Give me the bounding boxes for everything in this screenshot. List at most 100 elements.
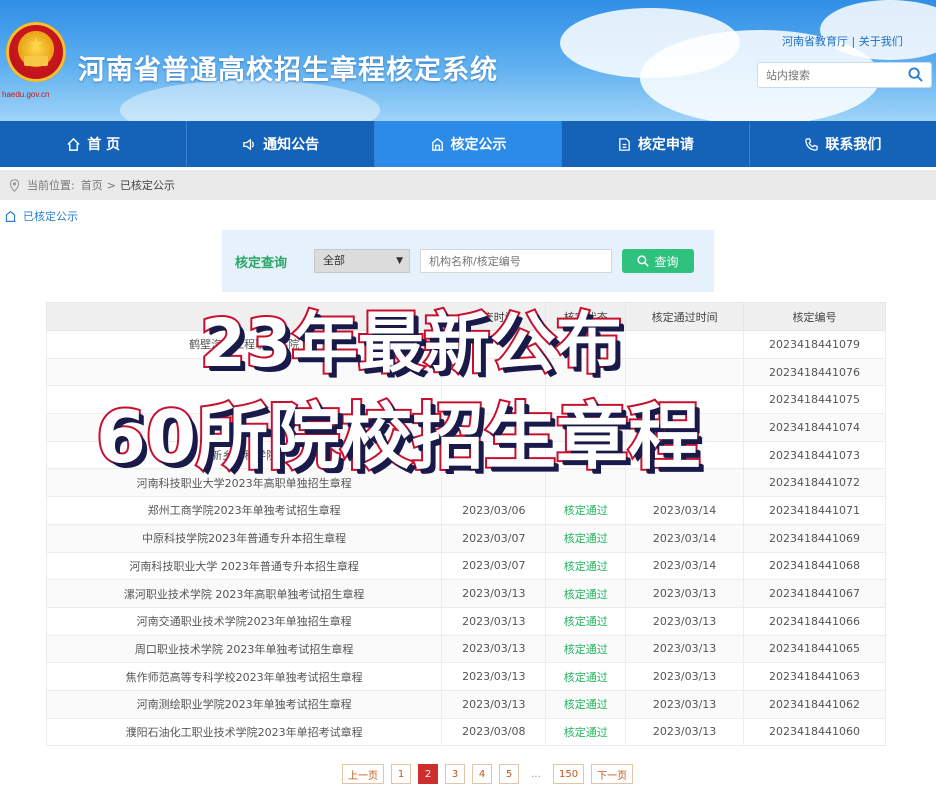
query-button[interactable]: 查询 <box>622 249 694 273</box>
nav-label: 核定公示 <box>450 137 507 153</box>
prev-page-button[interactable]: 上一页 <box>342 764 384 784</box>
cell-submit-date: 2023/03/13 <box>441 606 547 636</box>
cell-title[interactable]: 中原科技学院2023年普通专升本招生章程 <box>45 523 443 553</box>
table-row[interactable]: 河南测绘职业学院2023年单独考试招生章程 2023/03/13 核定通过 2023/… <box>45 689 886 719</box>
cell-approval-no: 2023418441069 <box>743 523 886 553</box>
cell-title[interactable] <box>45 413 443 442</box>
site-title: 河南省普通高校招生章程核定系统 <box>78 55 498 86</box>
cell-title[interactable]: 焦作师范高等专科学校2023年单独考试招生章程 <box>45 662 443 691</box>
cell-title[interactable]: 郑州工商学院2023年单独考试招生章程 <box>45 496 443 525</box>
table-row[interactable]: 河南交通职业技术学院2023年单独招生章程 2023/03/13 核定通过 2023/… <box>45 606 886 636</box>
next-page-button[interactable]: 下一页 <box>591 764 634 784</box>
cell-status <box>545 413 627 442</box>
category-select-value: 全部 <box>323 254 345 267</box>
cell-approval-no: 2023418441075 <box>743 385 886 415</box>
cell-title[interactable]: 濮阳石油化工职业技术学院2023年单招考试章程 <box>45 717 443 747</box>
cell-title[interactable] <box>45 357 443 387</box>
cell-status: 核定通过 <box>545 551 627 581</box>
emblem-caption: haedu.gov.cn <box>2 90 50 99</box>
cell-approve-date <box>625 357 745 387</box>
link-about-us[interactable]: 关于我们 <box>859 35 903 48</box>
cell-title[interactable]: 河南科技职业大学 2023年普通专升本招生章程 <box>45 551 443 581</box>
cell-status <box>545 468 627 498</box>
cell-status: 核定通过 <box>545 662 627 691</box>
header-banner: ★ haedu.gov.cn 河南省普通高校招生章程核定系统 河南省教育厅 | … <box>0 0 936 121</box>
cell-approve-date: 2023/03/13 <box>625 662 745 691</box>
pagination-ellipsis: ... <box>526 764 546 784</box>
nav-approval-apply[interactable]: 核定申请 <box>562 121 750 167</box>
link-education-dept[interactable]: 河南省教育厅 <box>782 35 848 48</box>
breadcrumb: 当前位置: 首页 > 已核定公示 <box>0 170 936 200</box>
cell-approval-no: 2023418441063 <box>743 662 886 691</box>
nav-approval-public[interactable]: 核定公示 <box>374 121 563 167</box>
table-row[interactable]: 濮阳石油化工职业技术学院2023年单招考试章程 2023/03/08 核定通过 202… <box>45 717 886 747</box>
cell-status: 核定通过 <box>545 496 627 525</box>
cell-submit-date <box>441 440 547 470</box>
cell-title[interactable]: 漯河职业技术学院 2023年高职单独考试招生章程 <box>45 579 443 608</box>
page-button[interactable]: 3 <box>445 764 465 784</box>
cell-approval-no: 2023418441060 <box>743 717 886 747</box>
cell-approve-date <box>625 330 745 359</box>
table-row[interactable]: 漯河职业技术学院 2023年高职单独考试招生章程 2023/03/13 核定通过 20… <box>45 579 886 608</box>
nav-home[interactable]: 首 页 <box>0 121 188 167</box>
table-row[interactable]: 中原科技学院2023年普通专升本招生章程 2023/03/07 核定通过 2023/0… <box>45 523 886 553</box>
document-icon <box>619 137 630 151</box>
cell-status <box>545 385 627 415</box>
cell-status: 核定通过 <box>545 634 627 664</box>
query-input[interactable] <box>420 249 612 273</box>
table-row[interactable]: 周口职业技术学院 2023年单独考试招生章程 2023/03/13 核定通过 2023… <box>45 634 886 664</box>
gate-icon <box>24 56 48 66</box>
table-row[interactable]: 2023418441076 <box>45 357 886 387</box>
site-search <box>757 62 932 88</box>
cell-status: 核定通过 <box>545 606 627 636</box>
table-row[interactable]: 鹤壁汽车工程职业学院 2023418441079 <box>45 330 886 359</box>
table-row[interactable]: 河南科技职业大学2023年高职单独招生章程 2023418441072 <box>45 468 886 498</box>
breadcrumb-home[interactable]: 首页 <box>81 177 103 193</box>
query-panel: 核定查询 全部 ▼ 查询 <box>222 230 714 292</box>
search-input[interactable] <box>758 63 898 87</box>
national-emblem-logo[interactable]: ★ <box>6 22 66 82</box>
table-row[interactable]: 河南科技职业大学 2023年普通专升本招生章程 2023/03/07 核定通过 202… <box>45 551 886 581</box>
table-row[interactable]: 焦作师范高等专科学校2023年单独考试招生章程 2023/03/13 核定通过 202… <box>45 662 886 691</box>
cell-approve-date: 2023/03/14 <box>625 551 745 581</box>
nav-contact[interactable]: 联系我们 <box>750 121 936 167</box>
cell-approve-date <box>625 440 745 470</box>
cell-title[interactable]: 新乡工程学院 <box>45 440 443 470</box>
cell-title[interactable]: 鹤壁汽车工程职业学院 <box>45 330 443 359</box>
pagination: 上一页 1 2 3 4 5 ... 150 下一页 <box>342 764 634 786</box>
page-button[interactable]: 5 <box>499 764 519 784</box>
page-button-current[interactable]: 2 <box>418 764 438 784</box>
search-icon[interactable] <box>908 67 923 82</box>
table-row[interactable]: 郑州工商学院2023年单独考试招生章程 2023/03/06 核定通过 2023/03… <box>45 496 886 525</box>
page-button[interactable]: 1 <box>391 764 411 784</box>
category-select[interactable]: 全部 ▼ <box>314 249 410 273</box>
cell-submit-date: 2023/03/13 <box>441 689 547 719</box>
cell-approval-no: 2023418441062 <box>743 689 886 719</box>
cell-title[interactable]: 周口职业技术学院 2023年单独考试招生章程 <box>45 634 443 664</box>
cell-approve-date: 2023/03/13 <box>625 717 745 747</box>
chevron-down-icon: ▼ <box>396 256 403 266</box>
cell-title[interactable]: 河南科技职业大学2023年高职单独招生章程 <box>45 468 443 498</box>
link-divider: | <box>851 35 859 48</box>
cell-title[interactable]: 河南测绘职业学院2023年单独考试招生章程 <box>45 689 443 719</box>
page-button[interactable]: 4 <box>472 764 492 784</box>
table-row[interactable]: 新乡工程学院 2023418441073 <box>45 440 886 470</box>
column-header: 核定编号 <box>743 302 886 331</box>
cell-approval-no: 2023418441071 <box>743 496 886 525</box>
cell-approve-date: 2023/03/14 <box>625 523 745 553</box>
nav-notices[interactable]: 通知公告 <box>187 121 375 167</box>
search-icon <box>637 255 650 267</box>
cell-status <box>545 357 627 387</box>
cell-submit-date: 2023/03/08 <box>441 717 547 747</box>
cell-submit-date: 2023/03/13 <box>441 662 547 691</box>
table-row[interactable]: 2023418441074 <box>45 413 886 442</box>
cell-submit-date <box>441 330 547 359</box>
nav-label: 首 页 <box>87 137 121 153</box>
cell-title[interactable] <box>45 385 443 415</box>
query-label: 核定查询 <box>235 256 288 271</box>
last-page-button[interactable]: 150 <box>553 764 585 784</box>
breadcrumb-current: 已核定公示 <box>119 179 175 192</box>
cell-title[interactable]: 河南交通职业技术学院2023年单独招生章程 <box>45 606 443 636</box>
cell-approval-no: 2023418441066 <box>743 606 886 636</box>
table-row[interactable]: 2023418441075 <box>45 385 886 415</box>
